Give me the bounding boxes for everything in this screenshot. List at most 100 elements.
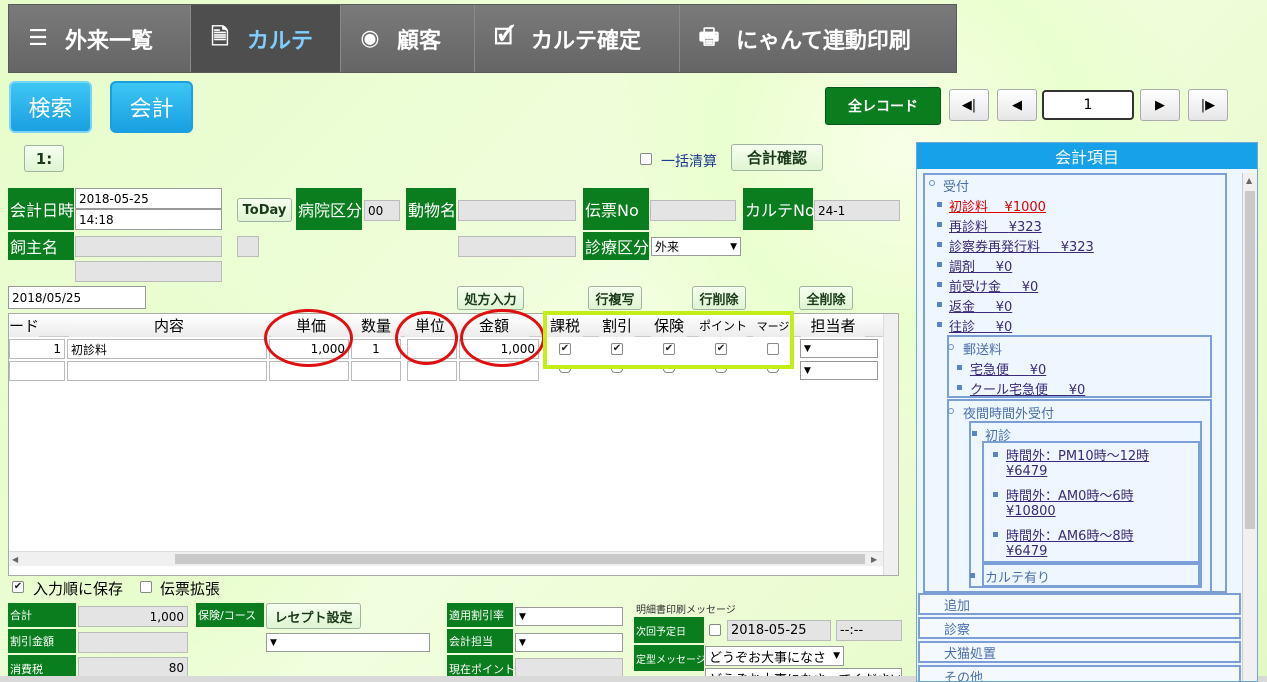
bullet-icon	[957, 385, 962, 390]
account-date-label: 会計日時	[8, 188, 74, 230]
item-advance[interactable]: 前受け金 ¥0	[949, 276, 1038, 295]
owner-name-input-2[interactable]	[75, 261, 222, 282]
scroll-left-icon[interactable]: ◀	[12, 555, 18, 564]
section-add[interactable]: 追加	[918, 593, 1241, 615]
section-dogcat-treatment[interactable]: 犬猫処置	[918, 641, 1241, 663]
section-other[interactable]: その他	[918, 665, 1241, 681]
item-dispensing[interactable]: 調剤 ¥0	[949, 256, 1012, 275]
col-code: ード	[9, 314, 39, 337]
row1-qty[interactable]: 1	[351, 339, 401, 359]
item-night-pm10-price[interactable]: ¥6479	[1006, 464, 1047, 479]
save-order-checkbox[interactable]	[12, 581, 24, 593]
insurance-course-select[interactable]	[266, 633, 430, 652]
next-date-checkbox[interactable]	[709, 624, 721, 636]
record-tab-1[interactable]: 1:	[24, 145, 64, 172]
item-cool-delivery[interactable]: クール宅急便 ¥0	[970, 379, 1085, 398]
delete-all-button[interactable]: 全削除	[799, 286, 853, 310]
slip-expand-checkbox[interactable]	[140, 581, 152, 593]
slip-no-input[interactable]	[650, 200, 736, 221]
tab-label: にゃんて連動印刷	[736, 28, 911, 54]
panel-scroll-thumb[interactable]	[1245, 191, 1255, 529]
tab-customer[interactable]: ◉ 顧客	[341, 5, 475, 72]
item-night-am0[interactable]: 時間外：AM0時～6時	[1006, 485, 1134, 504]
row1-staff-select[interactable]	[800, 339, 878, 358]
tab-nyante-print[interactable]: 🖶 にゃんて連動印刷	[680, 5, 956, 72]
bullet-icon	[993, 492, 998, 497]
item-night-pm10[interactable]: 時間外：PM10時～12時	[1006, 445, 1149, 464]
owner-code-input[interactable]	[237, 236, 259, 257]
row1-content[interactable]: 初診料	[67, 339, 267, 359]
night-label[interactable]: 夜間時間外受付	[963, 403, 1054, 422]
scroll-right-icon[interactable]: ▶	[871, 555, 877, 564]
row2-qty[interactable]	[351, 361, 401, 381]
receipt-settings-button[interactable]: レセプト設定	[266, 603, 361, 629]
item-revisit[interactable]: 再診料 ¥323	[949, 216, 1042, 235]
tab-chart[interactable]: 🗎 カルテ	[191, 5, 341, 72]
item-price: ¥0	[995, 260, 1013, 275]
prescription-button[interactable]: 処方入力	[457, 286, 524, 310]
hospital-type-input[interactable]: 00	[364, 200, 400, 221]
record-number-input[interactable]: 1	[1042, 90, 1134, 120]
row2-code[interactable]	[9, 361, 65, 381]
item-label: 往診	[949, 320, 976, 335]
tab-outpatient-list[interactable]: ☰ 外来一覧	[9, 5, 191, 72]
col-qty: 数量	[351, 314, 401, 337]
animal-detail-input[interactable]	[458, 236, 576, 257]
row2-staff-select[interactable]	[800, 361, 878, 380]
col-content: 内容	[69, 314, 269, 337]
fixed-message-value: どうぞお大事になさ	[709, 650, 827, 666]
grid-vscroll[interactable]	[883, 314, 898, 575]
item-label: 診察券再発行料	[949, 240, 1041, 255]
discount-rate-select[interactable]	[515, 607, 623, 626]
all-records-button[interactable]: 全レコード	[825, 87, 941, 125]
last-record-button[interactable]: |▶	[1188, 89, 1228, 121]
reception-label[interactable]: 受付	[943, 176, 969, 195]
item-night-am0-price[interactable]: ¥10800	[1006, 504, 1056, 519]
fixed-message-select[interactable]: どうぞお大事になさ	[705, 646, 844, 666]
bullet-icon	[937, 302, 942, 307]
item-night-am6-price[interactable]: ¥6479	[1006, 544, 1047, 559]
next-date-input[interactable]: 2018-05-25	[727, 620, 831, 641]
delete-row-button[interactable]: 行削除	[692, 286, 746, 310]
account-date-input[interactable]: 2018-05-25	[75, 188, 222, 209]
item-first-visit[interactable]: 初診料 ¥1000	[949, 196, 1046, 215]
next-record-button[interactable]: ▶	[1140, 89, 1180, 121]
tab-label: 顧客	[397, 28, 442, 54]
detail-date-input[interactable]: 2018/05/25	[8, 286, 146, 309]
tab-label: カルテ	[247, 28, 314, 54]
tab-chart-confirm[interactable]: 🗹 カルテ確定	[475, 5, 680, 72]
total-confirm-button[interactable]: 合計確認	[731, 144, 823, 171]
owner-name-input[interactable]	[75, 236, 222, 257]
treatment-type-select[interactable]: 外来	[651, 237, 741, 256]
accounting-button[interactable]: 会計	[110, 81, 193, 133]
treatment-type-value: 外来	[655, 240, 680, 254]
copy-row-button[interactable]: 行複写	[588, 286, 642, 310]
bullet-icon	[937, 322, 942, 327]
section-exam[interactable]: 診察	[918, 617, 1241, 639]
today-button[interactable]: ToDay	[237, 198, 292, 222]
col-staff: 担当者	[801, 314, 865, 337]
item-night-am6[interactable]: 時間外：AM6時～8時	[1006, 525, 1134, 544]
panel-vscroll[interactable]: ▲	[1242, 173, 1257, 681]
account-time-input[interactable]: 14:18	[75, 209, 222, 230]
bulk-settle-checkbox[interactable]	[640, 153, 652, 165]
chart-exists-label[interactable]: カルテ有り	[985, 567, 1050, 586]
postage-label[interactable]: 郵送料	[963, 339, 1002, 358]
scroll-thumb[interactable]	[175, 554, 865, 564]
item-delivery[interactable]: 宅急便 ¥0	[970, 359, 1046, 378]
row1-code[interactable]: 1	[9, 339, 65, 359]
next-time-input[interactable]: --:--	[836, 620, 902, 641]
first-record-button[interactable]: ◀|	[949, 89, 989, 121]
animal-name-input[interactable]	[458, 200, 576, 221]
scroll-up-icon[interactable]: ▲	[1246, 176, 1252, 185]
item-label: 初診料	[949, 200, 989, 215]
item-house-call[interactable]: 往診 ¥0	[949, 316, 1012, 335]
search-button[interactable]: 検索	[9, 81, 92, 133]
item-refund[interactable]: 返金 ¥0	[949, 296, 1012, 315]
grid-hscroll[interactable]: ◀ ▶	[9, 551, 883, 566]
item-card-reissue[interactable]: 診察券再発行料 ¥323	[949, 236, 1094, 255]
chart-no-input[interactable]: 24-1	[814, 200, 900, 221]
accounting-staff-select[interactable]	[515, 633, 623, 652]
row2-content[interactable]	[67, 361, 267, 381]
prev-record-button[interactable]: ◀	[997, 89, 1037, 121]
